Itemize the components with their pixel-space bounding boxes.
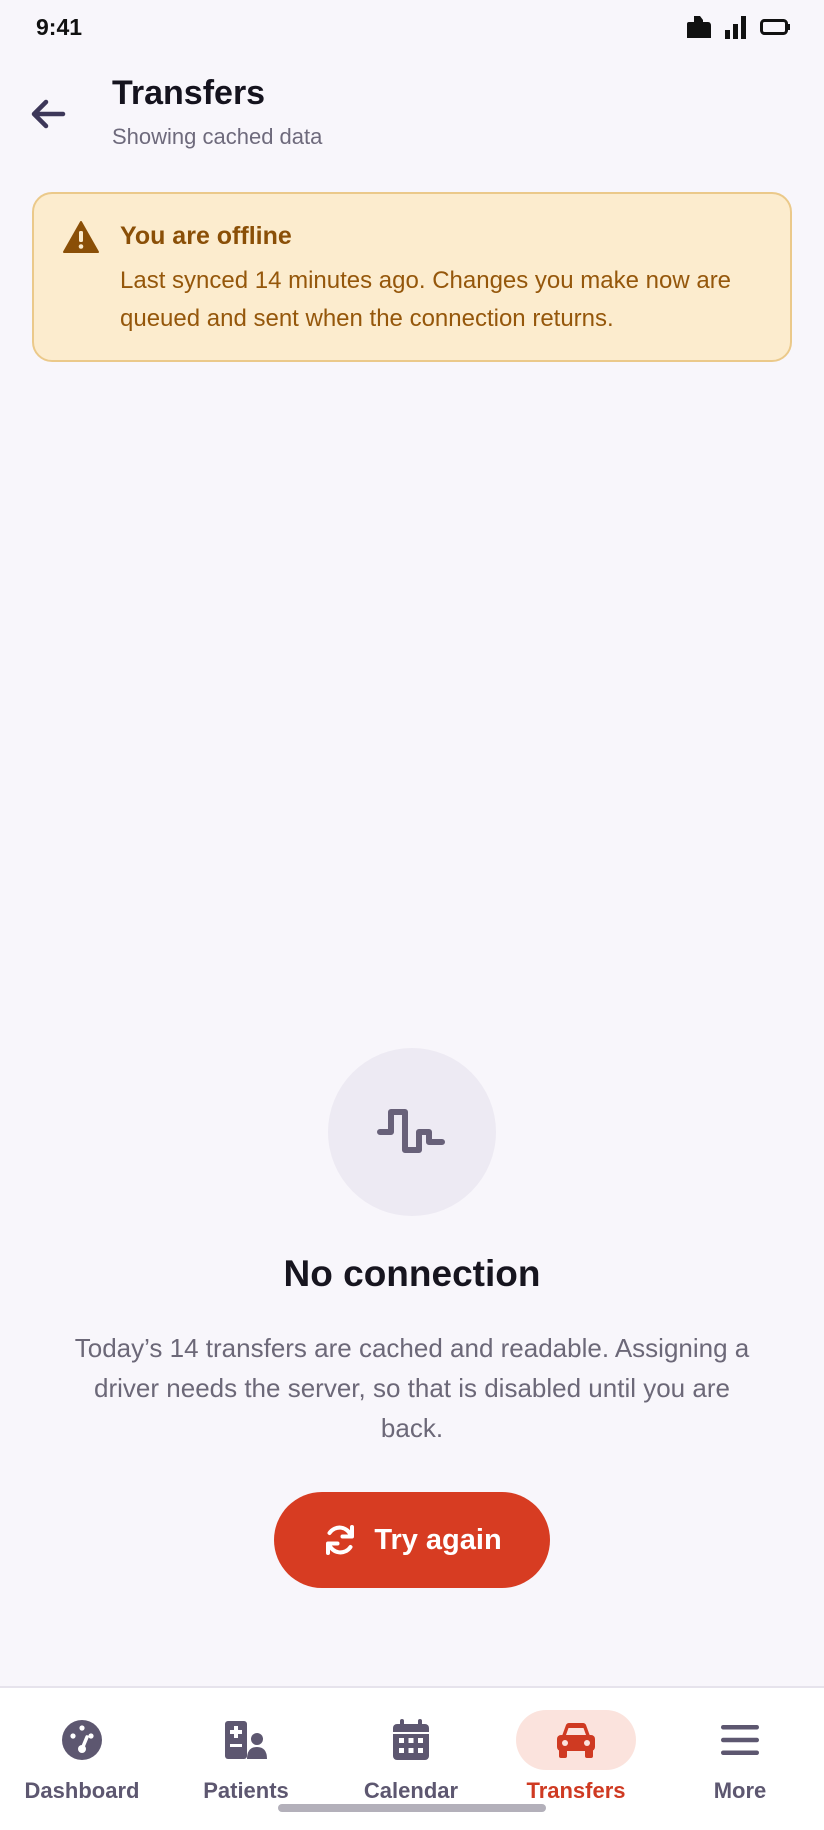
nav-item-more[interactable]: More bbox=[658, 1710, 822, 1810]
arrow-left-icon bbox=[31, 99, 66, 129]
nav-label-calendar: Calendar bbox=[363, 1778, 459, 1803]
nav-item-transfers[interactable]: Transfers bbox=[494, 1710, 658, 1810]
patients-icon bbox=[225, 1721, 267, 1759]
calendar-icon bbox=[393, 1719, 429, 1760]
nav-label-patients: Patients bbox=[203, 1778, 289, 1803]
offline-banner: You are offline Last synced 14 minutes a… bbox=[32, 192, 792, 362]
nav-item-dashboard[interactable]: Dashboard bbox=[0, 1710, 164, 1810]
empty-state-message: Today’s 14 transfers are cached and read… bbox=[74, 1333, 750, 1443]
status-icons bbox=[684, 14, 790, 40]
disconnected-signal-icon bbox=[377, 1109, 445, 1153]
car-icon bbox=[557, 1723, 595, 1758]
try-again-button[interactable]: Try again bbox=[274, 1492, 550, 1588]
warning-triangle-icon bbox=[63, 221, 99, 253]
dashboard-gauge-icon bbox=[62, 1720, 102, 1760]
page-title: Transfers bbox=[112, 74, 266, 112]
home-indicator[interactable] bbox=[278, 1804, 546, 1812]
empty-state-illustration bbox=[328, 1048, 496, 1216]
banner-message: Last synced 14 minutes ago. Changes you … bbox=[120, 267, 732, 332]
nav-label-more: More bbox=[713, 1778, 767, 1803]
nav-item-patients[interactable]: Patients bbox=[164, 1710, 328, 1810]
empty-state-title: No connection bbox=[283, 1253, 541, 1294]
menu-icon bbox=[721, 1725, 759, 1755]
status-bar: 9:41 bbox=[0, 0, 824, 54]
battery-icon bbox=[760, 19, 790, 35]
notification-icon bbox=[687, 16, 711, 38]
cellular-signal-icon bbox=[725, 16, 746, 39]
transfers-screen: 9:41 Transfers Showing cached data You a… bbox=[0, 0, 824, 1830]
nav-label-dashboard: Dashboard bbox=[24, 1778, 140, 1803]
banner-title: You are offline bbox=[120, 222, 292, 250]
back-button[interactable] bbox=[20, 86, 76, 142]
app-bar: Transfers Showing cached data bbox=[0, 68, 824, 158]
nav-item-calendar[interactable]: Calendar bbox=[329, 1710, 493, 1810]
refresh-icon bbox=[326, 1525, 355, 1555]
status-time: 9:41 bbox=[36, 13, 83, 40]
nav-label-transfers: Transfers bbox=[526, 1778, 626, 1803]
try-again-label: Try again bbox=[374, 1523, 502, 1556]
page-subtitle: Showing cached data bbox=[112, 124, 323, 149]
